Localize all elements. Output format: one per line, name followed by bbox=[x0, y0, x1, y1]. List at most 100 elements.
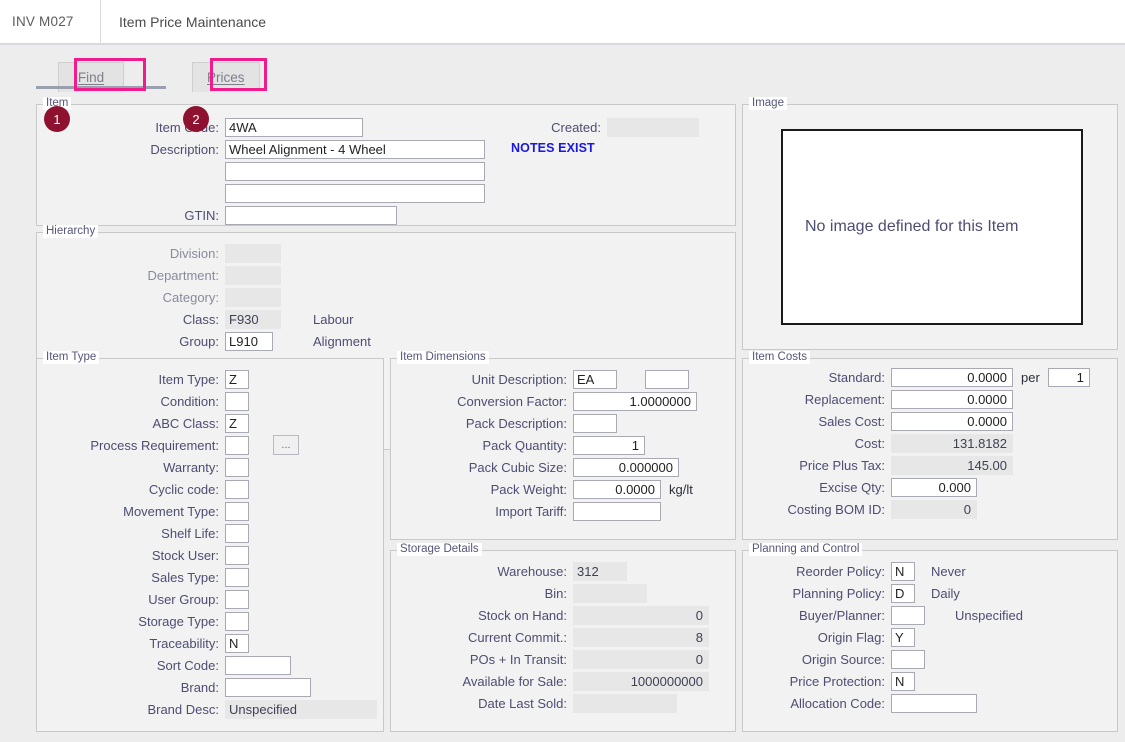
sort-code-input[interactable] bbox=[225, 655, 291, 675]
description-input-line3[interactable] bbox=[225, 183, 485, 203]
field-row-class: Class: F930 Labour bbox=[37, 309, 353, 329]
field-row-planning-policy: Planning Policy: D Daily bbox=[743, 583, 960, 603]
panel-item-costs: Item Costs Standard: 0.0000 per 1 Replac… bbox=[742, 351, 1118, 540]
traceability-input[interactable]: N bbox=[225, 633, 249, 653]
sort-code-label: Sort Code: bbox=[156, 657, 219, 673]
gtin-input[interactable] bbox=[225, 205, 397, 225]
class-description: Labour bbox=[313, 311, 354, 327]
pack-quantity-input[interactable]: 1 bbox=[573, 435, 645, 455]
panel-item: Item Item Code: 4WA Description: Wheel A… bbox=[36, 97, 736, 226]
field-row-user-group: User Group: bbox=[37, 589, 249, 609]
tab-prices[interactable]: Prices bbox=[192, 62, 260, 92]
field-row-pack-weight: Pack Weight: 0.0000 kg/lt bbox=[391, 479, 693, 499]
field-row-group: Group: L910 Alignment bbox=[37, 331, 371, 351]
field-row-costing-bom-id: Costing BOM ID: 0 bbox=[743, 499, 977, 519]
cost-label: Cost: bbox=[854, 435, 885, 451]
pack-description-input[interactable] bbox=[573, 413, 617, 433]
warranty-label: Warranty: bbox=[163, 459, 219, 475]
standard-cost-per-label: per bbox=[1021, 369, 1040, 385]
conversion-factor-input[interactable]: 1.0000000 bbox=[573, 391, 697, 411]
form-workspace: Item Item Code: 4WA Description: Wheel A… bbox=[0, 92, 1125, 742]
replacement-cost-input[interactable]: 0.0000 bbox=[891, 389, 1013, 409]
field-row-brand: Brand: bbox=[37, 677, 311, 697]
reorder-policy-input[interactable]: N bbox=[891, 561, 915, 581]
date-last-sold-value bbox=[573, 693, 677, 713]
price-protection-label: Price Protection: bbox=[789, 673, 885, 689]
field-row-traceability: Traceability: N bbox=[37, 633, 249, 653]
description-input-line2[interactable] bbox=[225, 161, 485, 181]
stock-user-label: Stock User: bbox=[151, 547, 219, 563]
item-code-input[interactable]: 4WA bbox=[225, 117, 363, 137]
field-row-reorder-policy: Reorder Policy: N Never bbox=[743, 561, 966, 581]
pack-weight-label: Pack Weight: bbox=[490, 481, 567, 497]
standard-cost-per-input[interactable]: 1 bbox=[1047, 367, 1090, 387]
panel-storage-details: Storage Details Warehouse: 312 Bin: Stoc… bbox=[390, 543, 736, 732]
warranty-input[interactable] bbox=[225, 457, 249, 477]
planning-policy-input[interactable]: D bbox=[891, 583, 915, 603]
description-input-line1[interactable]: Wheel Alignment - 4 Wheel bbox=[225, 139, 485, 159]
price-protection-input[interactable]: N bbox=[891, 671, 915, 691]
shelf-life-input[interactable] bbox=[225, 523, 249, 543]
panel-item-dimensions: Item Dimensions Unit Description: EA Con… bbox=[390, 351, 736, 540]
excise-qty-input[interactable]: 0.000 bbox=[891, 477, 977, 497]
buyer-planner-input[interactable] bbox=[891, 605, 925, 625]
storage-type-input[interactable] bbox=[225, 611, 249, 631]
bin-value bbox=[573, 583, 647, 603]
field-row-storage-type: Storage Type: bbox=[37, 611, 249, 631]
movement-type-input[interactable] bbox=[225, 501, 249, 521]
available-for-sale-label: Available for Sale: bbox=[462, 673, 567, 689]
origin-flag-input[interactable]: Y bbox=[891, 627, 915, 647]
cost-value: 131.8182 bbox=[891, 433, 1013, 453]
stock-user-input[interactable] bbox=[225, 545, 249, 565]
class-label: Class: bbox=[182, 311, 219, 327]
allocation-code-input[interactable] bbox=[891, 693, 977, 713]
item-image-placeholder: No image defined for this Item bbox=[781, 129, 1083, 325]
sales-cost-input[interactable]: 0.0000 bbox=[891, 411, 1013, 431]
brand-desc-value: Unspecified bbox=[225, 699, 377, 719]
bin-label: Bin: bbox=[544, 585, 567, 601]
field-row-conversion-factor: Conversion Factor: 1.0000000 bbox=[391, 391, 697, 411]
field-row-origin-source: Origin Source: bbox=[743, 649, 925, 669]
import-tariff-label: Import Tariff: bbox=[495, 503, 567, 519]
field-row-unit-description: Unit Description: EA bbox=[391, 369, 689, 389]
item-type-input[interactable]: Z bbox=[225, 369, 249, 389]
planning-policy-label: Planning Policy: bbox=[792, 585, 886, 601]
user-group-input[interactable] bbox=[225, 589, 249, 609]
import-tariff-input[interactable] bbox=[573, 501, 661, 521]
notes-exist-link[interactable]: NOTES EXIST bbox=[511, 141, 595, 155]
date-last-sold-label: Date Last Sold: bbox=[478, 695, 567, 711]
costing-bom-id-label: Costing BOM ID: bbox=[787, 501, 885, 517]
process-requirement-lookup-button[interactable]: ... bbox=[273, 435, 299, 455]
pack-weight-input[interactable]: 0.0000 bbox=[573, 479, 661, 499]
department-value bbox=[225, 265, 281, 285]
buyer-planner-description: Unspecified bbox=[955, 607, 1023, 623]
unit-description-input[interactable]: EA bbox=[573, 369, 617, 389]
cyclic-code-input[interactable] bbox=[225, 479, 249, 499]
storage-type-label: Storage Type: bbox=[138, 613, 219, 629]
field-row-pack-description: Pack Description: bbox=[391, 413, 617, 433]
field-row-standard-cost: Standard: 0.0000 per 1 bbox=[743, 367, 1090, 387]
excise-qty-label: Excise Qty: bbox=[819, 479, 885, 495]
process-requirement-input[interactable] bbox=[225, 435, 249, 455]
origin-source-input[interactable] bbox=[891, 649, 925, 669]
condition-input[interactable] bbox=[225, 391, 249, 411]
gtin-label: GTIN: bbox=[184, 207, 219, 223]
field-row-available-for-sale: Available for Sale: 1000000000 bbox=[391, 671, 709, 691]
reorder-policy-description: Never bbox=[931, 563, 966, 579]
brand-label: Brand: bbox=[180, 679, 219, 695]
field-row-description-2 bbox=[225, 161, 485, 181]
pos-in-transit-value: 0 bbox=[573, 649, 709, 669]
price-plus-tax-value: 145.00 bbox=[891, 455, 1013, 475]
brand-input[interactable] bbox=[225, 677, 311, 697]
unit-description-alt-input[interactable] bbox=[645, 369, 689, 389]
panel-hierarchy-legend: Hierarchy bbox=[43, 225, 99, 238]
abc-class-input[interactable]: Z bbox=[225, 413, 249, 433]
group-input[interactable]: L910 bbox=[225, 331, 273, 351]
pack-cubic-size-input[interactable]: 0.000000 bbox=[573, 457, 679, 477]
sales-type-input[interactable] bbox=[225, 567, 249, 587]
shelf-life-label: Shelf Life: bbox=[161, 525, 219, 541]
field-row-sales-type: Sales Type: bbox=[37, 567, 249, 587]
field-row-movement-type: Movement Type: bbox=[37, 501, 249, 521]
group-label: Group: bbox=[179, 333, 219, 349]
standard-cost-input[interactable]: 0.0000 bbox=[891, 367, 1013, 387]
